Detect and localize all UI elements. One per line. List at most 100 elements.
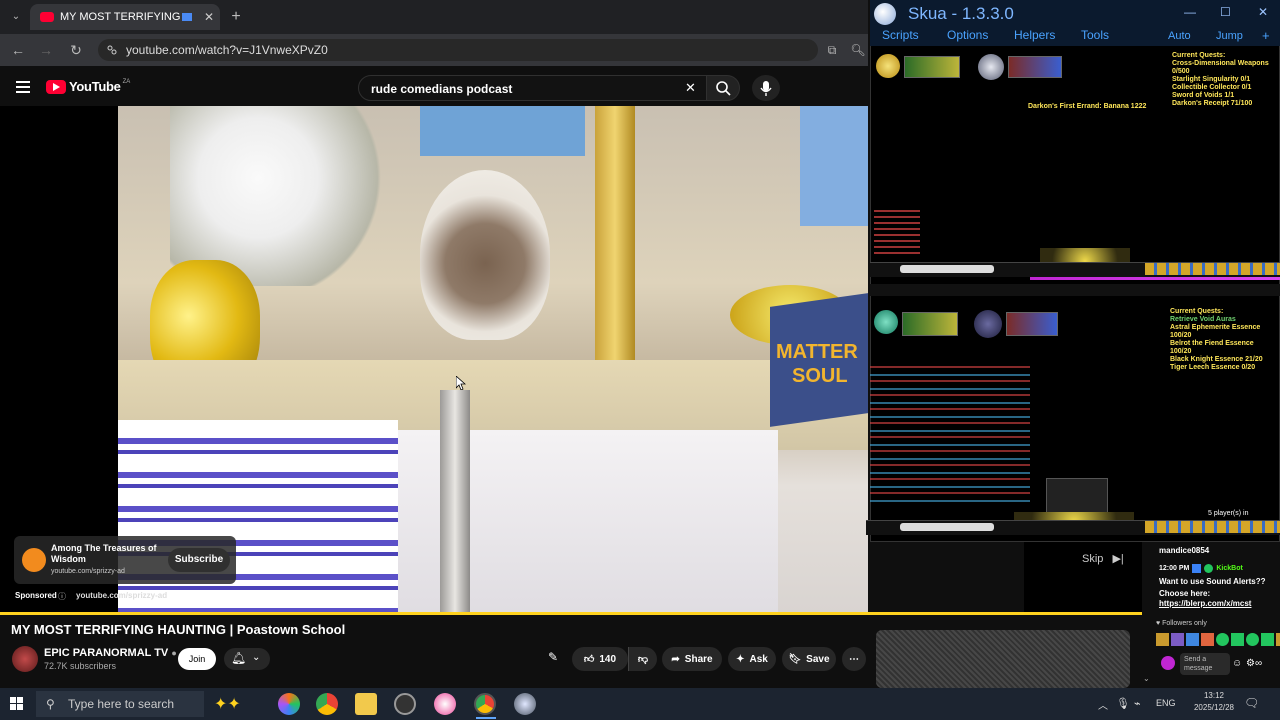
target-hud: [1006, 312, 1058, 336]
channel-name[interactable]: EPIC PARANORMAL TV ●: [44, 647, 177, 659]
channel-avatar[interactable]: [12, 646, 38, 672]
subscribe-button[interactable]: Subscribe: [168, 548, 230, 572]
join-button[interactable]: Join: [178, 648, 216, 670]
skua-title-bar: Skua - 1.3.3.0 — ☐ ✕: [870, 0, 1280, 28]
quest-header: Current Quests:: [1172, 52, 1226, 59]
game-menu-icons[interactable]: [1145, 521, 1280, 533]
youtube-logo[interactable]: YouTube ZA: [46, 79, 130, 94]
like-button[interactable]: 👍︎ 140: [572, 647, 628, 671]
voice-search-button[interactable]: [752, 75, 780, 101]
menu-hamburger-icon[interactable]: [16, 80, 32, 94]
menu-jump[interactable]: Jump: [1216, 30, 1243, 42]
minimize-icon[interactable]: —: [1184, 5, 1196, 19]
file-explorer-icon[interactable]: [355, 693, 377, 715]
chat-settings-icon[interactable]: ⚙︎∞: [1246, 658, 1262, 669]
region-code: ZA: [122, 78, 131, 85]
blurred-panel: [876, 630, 1130, 688]
game-menu-icons[interactable]: [1145, 263, 1280, 275]
install-app-icon[interactable]: ⧉: [822, 40, 842, 60]
info-icon[interactable]: ⓘ: [58, 591, 66, 602]
language-indicator[interactable]: ENG: [1156, 698, 1176, 708]
chat-link[interactable]: https://blerp.com/x/mcst: [1159, 599, 1251, 608]
zoom-icon[interactable]: 🔍︎: [848, 40, 868, 60]
skua-taskbar-icon[interactable]: [514, 693, 536, 715]
youtube-logo-text: YouTube: [69, 79, 121, 94]
url-bar[interactable]: youtube.com/watch?v=J1VnweXPvZ0: [98, 39, 818, 61]
loot-popup[interactable]: [1046, 478, 1108, 516]
menu-scripts[interactable]: Scripts: [882, 28, 919, 42]
back-arrow-icon[interactable]: ←: [8, 40, 28, 60]
emote-row[interactable]: [1156, 633, 1280, 646]
chat-input-placeholder: Send a message: [1184, 656, 1213, 672]
video-progress-bar[interactable]: [0, 612, 1142, 615]
clear-search-icon[interactable]: ✕: [685, 80, 696, 96]
chrome-profile-icon[interactable]: [474, 693, 496, 715]
forward-arrow-icon[interactable]: →: [36, 40, 56, 60]
clock-time: 13:12: [1203, 691, 1225, 700]
close-window-icon[interactable]: ✕: [1258, 5, 1268, 19]
emote-icon[interactable]: [1231, 633, 1244, 646]
reload-icon[interactable]: ↻: [66, 40, 86, 60]
followers-only-notice: ♥ Followers only: [1156, 620, 1207, 627]
windows-start-icon[interactable]: [10, 697, 24, 711]
sponsored-domain-link[interactable]: youtube.com/sprizzy-ad: [76, 591, 167, 600]
magic-edit-icon[interactable]: ✎: [548, 650, 558, 664]
search-highlight-icon[interactable]: ✦✦: [214, 694, 241, 714]
skua-title: Skua - 1.3.3.0: [908, 4, 1014, 23]
mouse-cursor-icon: [456, 376, 466, 390]
emote-icon[interactable]: [1201, 633, 1214, 646]
emote-icon[interactable]: [1156, 633, 1169, 646]
tray-chevron-icon[interactable]: ︿: [1098, 697, 1108, 712]
collapse-chevron-icon[interactable]: ⌄: [1143, 674, 1150, 683]
emote-picker-icon[interactable]: ☺: [1232, 658, 1242, 669]
ask-button[interactable]: ✦ Ask: [728, 647, 776, 671]
menu-tools[interactable]: Tools: [1081, 28, 1109, 42]
app-icon[interactable]: [434, 693, 456, 715]
browser-tab[interactable]: MY MOST TERRIFYING HAU ✕: [30, 4, 220, 30]
game-chat-input[interactable]: [900, 523, 994, 531]
dislike-button[interactable]: 👎︎: [628, 647, 657, 671]
menu-auto[interactable]: Auto: [1168, 30, 1191, 42]
maximize-icon[interactable]: ☐: [1220, 5, 1231, 19]
menu-helpers[interactable]: Helpers: [1014, 28, 1055, 42]
close-tab-icon[interactable]: ✕: [204, 10, 214, 24]
skip-ad-button[interactable]: Skip ▶︎|: [1060, 542, 1140, 576]
more-actions-button[interactable]: ⋯: [842, 647, 866, 671]
site-info-icon[interactable]: [106, 44, 118, 56]
xp-bar: [1030, 277, 1280, 280]
taskbar-search[interactable]: Type here to search: [36, 691, 204, 717]
tray-mic-icon[interactable]: 🎙︎: [1116, 697, 1130, 710]
network-icon[interactable]: ⌁: [1134, 697, 1141, 710]
channel-name-text: EPIC PARANORMAL TV: [44, 647, 169, 659]
chrome-icon[interactable]: [316, 693, 338, 715]
share-arrow-icon: ➦: [671, 653, 680, 665]
save-button[interactable]: 🔖︎ Save: [782, 647, 836, 671]
add-icon[interactable]: +: [1262, 28, 1270, 43]
chat-mic-icon[interactable]: [1161, 656, 1175, 670]
skua-menu-bar: Scripts Options Helpers Tools Auto Jump …: [870, 28, 1280, 46]
new-tab-icon[interactable]: +: [226, 7, 246, 27]
obs-icon[interactable]: [394, 693, 416, 715]
clock[interactable]: 13:12 2025/12/28: [1190, 690, 1238, 714]
save-label: Save: [806, 653, 830, 665]
chat-message-input[interactable]: Send a message: [1180, 653, 1230, 675]
ad-title: Among The Treasures of Wisdom: [51, 543, 157, 564]
notification-bell-button[interactable]: 🔔︎ ⌄: [224, 648, 270, 670]
emote-icon[interactable]: [1261, 633, 1274, 646]
emote-icon[interactable]: [1171, 633, 1184, 646]
share-button[interactable]: ➦ Share: [662, 647, 722, 671]
magnifier-icon: ⚲: [46, 697, 55, 711]
search-icon: [716, 81, 731, 96]
search-input[interactable]: rude comedians podcast: [358, 75, 708, 101]
copilot-icon[interactable]: [278, 693, 300, 715]
emote-icon[interactable]: [1246, 633, 1259, 646]
emote-icon[interactable]: [1276, 633, 1280, 646]
emote-icon[interactable]: [1216, 633, 1229, 646]
menu-options[interactable]: Options: [947, 28, 988, 42]
search-button[interactable]: [706, 75, 740, 101]
video-stained-window: [420, 106, 585, 156]
emote-icon[interactable]: [1186, 633, 1199, 646]
tab-search-chevron-icon[interactable]: ⌄: [6, 7, 26, 27]
game-chat-input[interactable]: [900, 265, 994, 273]
notifications-icon[interactable]: 🗨︎: [1244, 696, 1259, 710]
